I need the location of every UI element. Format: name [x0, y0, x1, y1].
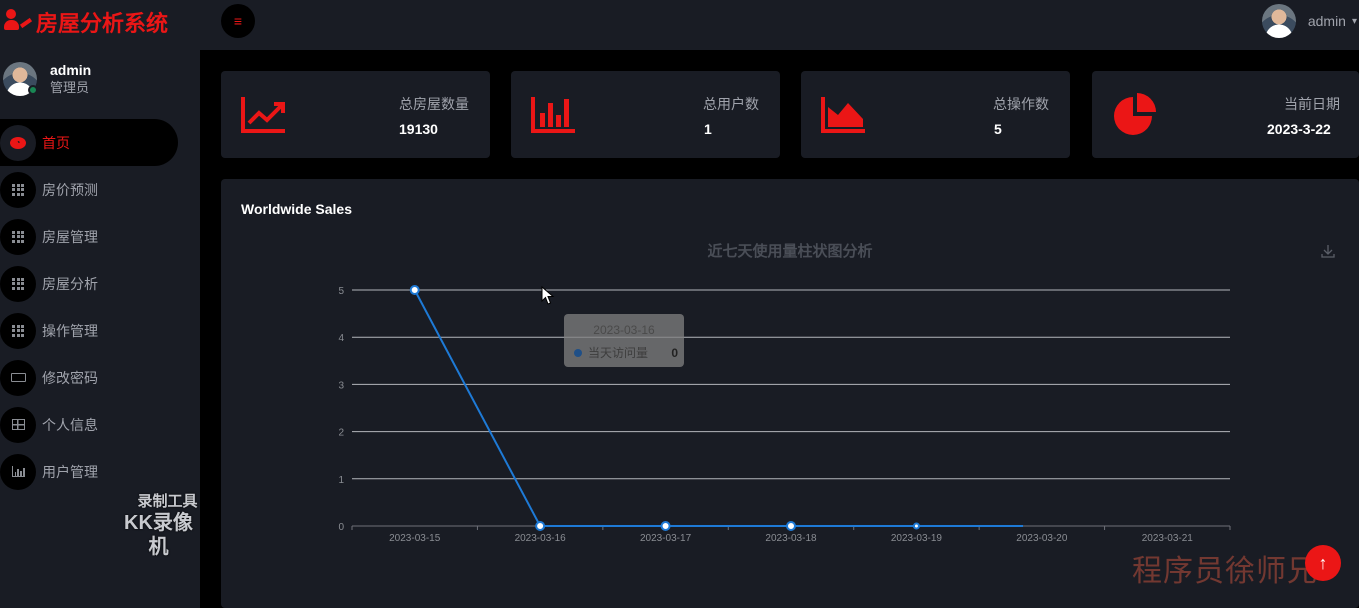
stat-label: 总房屋数量 — [399, 96, 469, 112]
stat-card-operations: 总操作数 5 — [801, 71, 1070, 158]
sidebar-item-price-prediction[interactable]: 房价预测 — [0, 166, 178, 213]
stat-value: 1 — [704, 121, 712, 137]
table-icon — [0, 406, 36, 443]
app-root: 房屋分析系统 admin 管理员 ◔ 首页 房价预测 房屋管理 房屋分析 操作管… — [0, 0, 1359, 608]
tooltip-series-name: 当天访问量 — [588, 346, 649, 360]
sidebar-item-user-management[interactable]: 用户管理 — [0, 448, 178, 495]
menu-icon: ≡ — [233, 13, 243, 29]
sales-panel: Worldwide Sales 近七天使用量柱状图分析 0 1 2 3 4 5 2023-0… — [221, 179, 1359, 608]
tooltip-date: 2023-03-16 — [593, 323, 655, 337]
grid-icon — [0, 171, 36, 208]
sidebar-item-operation-management[interactable]: 操作管理 — [0, 307, 178, 354]
stat-label: 总操作数 — [993, 96, 1049, 112]
keyboard-icon — [0, 359, 36, 396]
avatar — [3, 62, 38, 96]
sidebar-item-label: 用户管理 — [42, 463, 98, 480]
stat-value: 19130 — [399, 121, 438, 137]
sidebar-user-name: admin — [50, 62, 92, 78]
line-chart: 0 1 2 3 4 5 2023-03-15 2023-03-16 2023-03-17 2023… — [338, 285, 1231, 544]
sidebar-item-label: 修改密码 — [42, 369, 98, 386]
y-tick-label: 3 — [338, 380, 344, 391]
avatar — [1261, 4, 1296, 38]
grid-icon — [0, 312, 36, 349]
data-point — [660, 521, 671, 531]
stat-value: 2023-3-22 — [1267, 121, 1331, 137]
sidebar-item-change-password[interactable]: 修改密码 — [0, 354, 178, 401]
sidebar-nav: ◔ 首页 房价预测 房屋管理 房屋分析 操作管理 修改密码 个人信息 用户管理 — [0, 119, 200, 495]
topbar-user-menu[interactable]: admin ▾ — [1261, 4, 1359, 38]
stat-card-users: 总用户数 1 — [511, 71, 780, 158]
sidebar-item-house-analysis[interactable]: 房屋分析 — [0, 260, 178, 307]
sidebar-item-label: 首页 — [42, 134, 70, 151]
area-chart-icon — [821, 97, 865, 133]
online-status-dot — [28, 85, 38, 95]
x-tick-label: 2023-03-19 — [891, 533, 943, 544]
x-tick-label: 2023-03-15 — [389, 533, 441, 544]
sidebar-item-home[interactable]: ◔ 首页 — [0, 119, 178, 166]
mouse-cursor-icon — [541, 286, 555, 305]
app-title: 房屋分析系统 — [36, 11, 169, 36]
sidebar-item-profile[interactable]: 个人信息 — [0, 401, 178, 448]
x-tick-label: 2023-03-20 — [1016, 533, 1068, 544]
x-tick-label: 2023-03-21 — [1142, 533, 1194, 544]
bar-chart-icon — [531, 97, 575, 133]
y-tick-label: 1 — [338, 475, 344, 486]
recorder-watermark: 录制工具 KK录像机 — [124, 493, 198, 558]
dashboard-icon: ◔ — [0, 124, 36, 161]
grid-icon — [0, 218, 36, 255]
stat-label: 当前日期 — [1284, 96, 1340, 112]
data-point — [409, 285, 420, 295]
sidebar-user-role: 管理员 — [50, 80, 90, 95]
data-point — [912, 522, 920, 530]
sidebar-item-label: 房价预测 — [42, 181, 98, 198]
arrow-up-icon: ↑ — [1318, 552, 1328, 573]
chart-tooltip: 2023-03-16 当天访问量 0 — [564, 314, 684, 367]
series-marker-icon — [574, 348, 582, 357]
x-tick-label: 2023-03-17 — [640, 533, 692, 544]
series-line — [413, 289, 1024, 527]
sidebar-item-label: 房屋管理 — [42, 228, 98, 245]
sidebar-item-label: 房屋分析 — [42, 275, 98, 292]
author-watermark: 程序员徐师兄 — [1132, 554, 1318, 589]
sidebar: 房屋分析系统 admin 管理员 ◔ 首页 房价预测 房屋管理 房屋分析 操作管… — [0, 0, 200, 608]
sidebar-toggle-button[interactable]: ≡ — [221, 4, 255, 38]
chevron-down-icon: ▾ — [1351, 15, 1357, 27]
pie-chart-icon — [1114, 93, 1156, 135]
grid-icon — [0, 265, 36, 302]
data-point — [786, 521, 796, 531]
stat-label: 总用户数 — [703, 96, 759, 112]
stat-card-houses: 总房屋数量 19130 — [221, 71, 490, 158]
line-chart-icon — [241, 97, 285, 133]
user-edit-icon — [4, 9, 34, 35]
bar-chart-icon — [0, 453, 36, 490]
y-tick-label: 5 — [338, 286, 344, 297]
sidebar-item-house-management[interactable]: 房屋管理 — [0, 213, 178, 260]
brand[interactable]: 房屋分析系统 — [0, 0, 200, 44]
x-tick-label: 2023-03-18 — [765, 533, 817, 544]
sidebar-item-label: 操作管理 — [42, 322, 98, 339]
data-point — [535, 521, 546, 531]
y-tick-label: 0 — [338, 522, 344, 533]
topbar: admin ▾ — [200, 0, 1359, 50]
x-tick-label: 2023-03-16 — [515, 533, 567, 544]
stat-card-date: 当前日期 2023-3-22 — [1092, 71, 1359, 158]
y-tick-label: 2 — [338, 428, 344, 439]
y-tick-label: 4 — [338, 333, 344, 344]
tooltip-value: 0 — [671, 345, 678, 360]
sidebar-item-label: 个人信息 — [42, 416, 98, 433]
back-to-top-button[interactable]: ↑ — [1305, 545, 1341, 581]
sidebar-user: admin 管理员 — [3, 62, 91, 96]
topbar-user-name: admin — [1307, 13, 1346, 29]
stat-value: 5 — [994, 121, 1002, 137]
